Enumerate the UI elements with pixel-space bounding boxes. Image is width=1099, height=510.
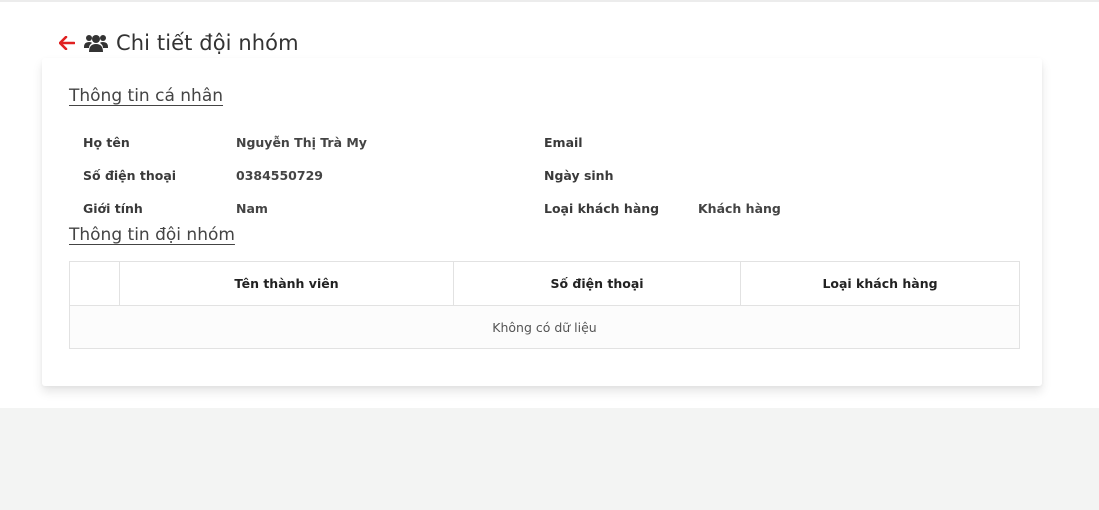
page-title: Chi tiết đội nhóm xyxy=(116,31,299,55)
column-header-phone: Số điện thoại xyxy=(453,261,741,306)
table-header-row: Tên thành viên Số điện thoại Loại khách … xyxy=(69,261,1020,306)
column-header-customer-type: Loại khách hàng xyxy=(740,261,1020,306)
customer-type-value: Khách hàng xyxy=(698,201,781,216)
email-label: Email xyxy=(544,135,583,150)
customer-type-label: Loại khách hàng xyxy=(544,201,660,216)
personal-info-heading: Thông tin cá nhân xyxy=(69,86,224,106)
column-header-member-name: Tên thành viên xyxy=(119,261,454,306)
fullname-value: Nguyễn Thị Trà My xyxy=(236,135,367,150)
users-icon xyxy=(84,32,108,54)
page-header: Chi tiết đội nhóm xyxy=(58,28,299,58)
fullname-label: Họ tên xyxy=(83,135,130,150)
team-info-heading: Thông tin đội nhóm xyxy=(69,225,235,245)
phone-label: Số điện thoại xyxy=(83,168,177,183)
table-row: Không có dữ liệu xyxy=(69,305,1020,349)
column-header-index xyxy=(69,261,120,306)
back-button[interactable] xyxy=(58,34,76,52)
arrow-left-icon xyxy=(59,36,75,50)
gender-value: Nam xyxy=(236,201,268,216)
gender-label: Giới tính xyxy=(83,201,143,216)
phone-value: 0384550729 xyxy=(236,168,323,183)
birthday-label: Ngày sinh xyxy=(544,168,614,183)
empty-state-text: Không có dữ liệu xyxy=(69,305,1020,349)
members-table: Tên thành viên Số điện thoại Loại khách … xyxy=(69,261,1020,349)
